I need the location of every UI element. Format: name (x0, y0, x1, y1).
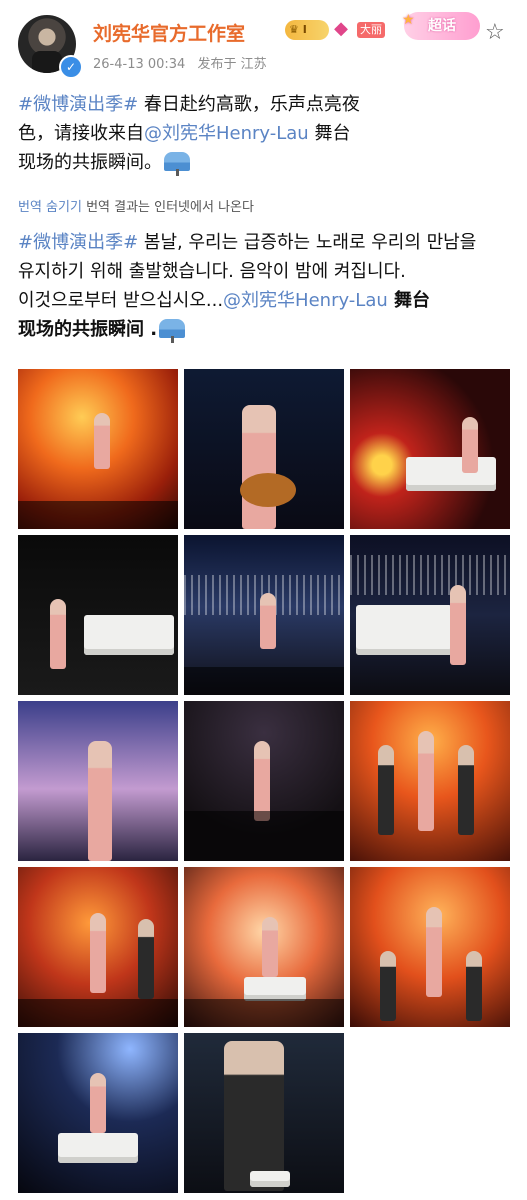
post-text-line1: 春日赴约高歌，乐声点亮夜 (138, 94, 360, 115)
photo-9[interactable] (350, 701, 510, 861)
photo-10[interactable] (18, 867, 178, 1027)
photo-6[interactable] (350, 535, 510, 695)
post-body: #微博演出季# 春日赴约高歌，乐声点亮夜 色，请接收来自@刘宪华Henry-La… (18, 90, 418, 177)
username[interactable]: 刘宪华官方工作室 (93, 19, 245, 46)
post-text-line2b: 舞台 (308, 123, 351, 144)
photo-7[interactable] (18, 701, 178, 861)
hashtag-link[interactable]: #微博演出季# (18, 94, 138, 115)
mailbox-icon (159, 319, 186, 343)
post-timestamp: 26-4-13 00:34 (93, 57, 186, 72)
mailbox-icon (164, 152, 190, 176)
photo-2[interactable] (184, 369, 344, 529)
photo-11[interactable] (184, 867, 344, 1027)
photo-13[interactable] (18, 1033, 178, 1193)
big-badge[interactable]: 大丽 (357, 22, 385, 38)
hide-translation-button[interactable]: 번역 숨기기 (18, 200, 82, 215)
crown-icon: ♛ (289, 23, 299, 36)
photo-3[interactable] (350, 369, 510, 529)
translation-note: 번역 결과는 인터넷에서 나온다 (81, 200, 254, 215)
photo-12[interactable] (350, 867, 510, 1027)
post-header: ✓ 刘宪华官方工作室 ♛ I ◆ 大丽 ★ 超话 ☆ 26-4-13 00:34… (0, 0, 527, 85)
photo-8[interactable] (184, 701, 344, 861)
translated-line4: 现场的共振瞬间 . (18, 319, 158, 340)
translated-line1: 봄날, 우리는 급증하는 노래로 우리의 만남을 (138, 232, 477, 253)
translated-mention-link[interactable]: @刘宪华Henry-Lau (223, 290, 388, 311)
post-text-line3: 现场的共振瞬间。 (18, 152, 162, 173)
translated-line2: 유지하기 위해 출발했습니다. 음악이 밤에 켜집니다. (18, 261, 406, 282)
translated-body: #微博演出季# 봄날, 우리는 급증하는 노래로 우리의 만남을 유지하기 위해… (18, 228, 518, 344)
photo-14[interactable] (184, 1033, 344, 1193)
photo-1[interactable] (18, 369, 178, 529)
post-location: 发布于 江苏 (197, 57, 267, 72)
photo-5[interactable] (184, 535, 344, 695)
gem-badge-icon[interactable]: ◆ (330, 18, 352, 40)
post-meta: 26-4-13 00:34 发布于 江苏 (93, 53, 267, 72)
mention-link[interactable]: @刘宪华Henry-Lau (144, 123, 309, 144)
photo-4[interactable] (18, 535, 178, 695)
favorite-star-icon[interactable]: ☆ (485, 22, 505, 44)
supertopic-button[interactable]: ★ 超话 (402, 12, 480, 40)
translate-bar: 번역 숨기기 번역 결과는 인터넷에서 나온다 (18, 196, 254, 215)
translated-line3-pre: 이것으로부터 받으십시오... (18, 290, 224, 311)
level-badge[interactable]: ♛ I (285, 20, 329, 40)
sparkle-icon: ★ (402, 12, 415, 28)
translated-line3-post: 舞台 (387, 290, 431, 311)
translated-hashtag-link[interactable]: #微博演出季# (18, 232, 138, 253)
verified-icon: ✓ (59, 55, 83, 79)
post-text-line2: 色，请接收来自 (18, 123, 144, 144)
